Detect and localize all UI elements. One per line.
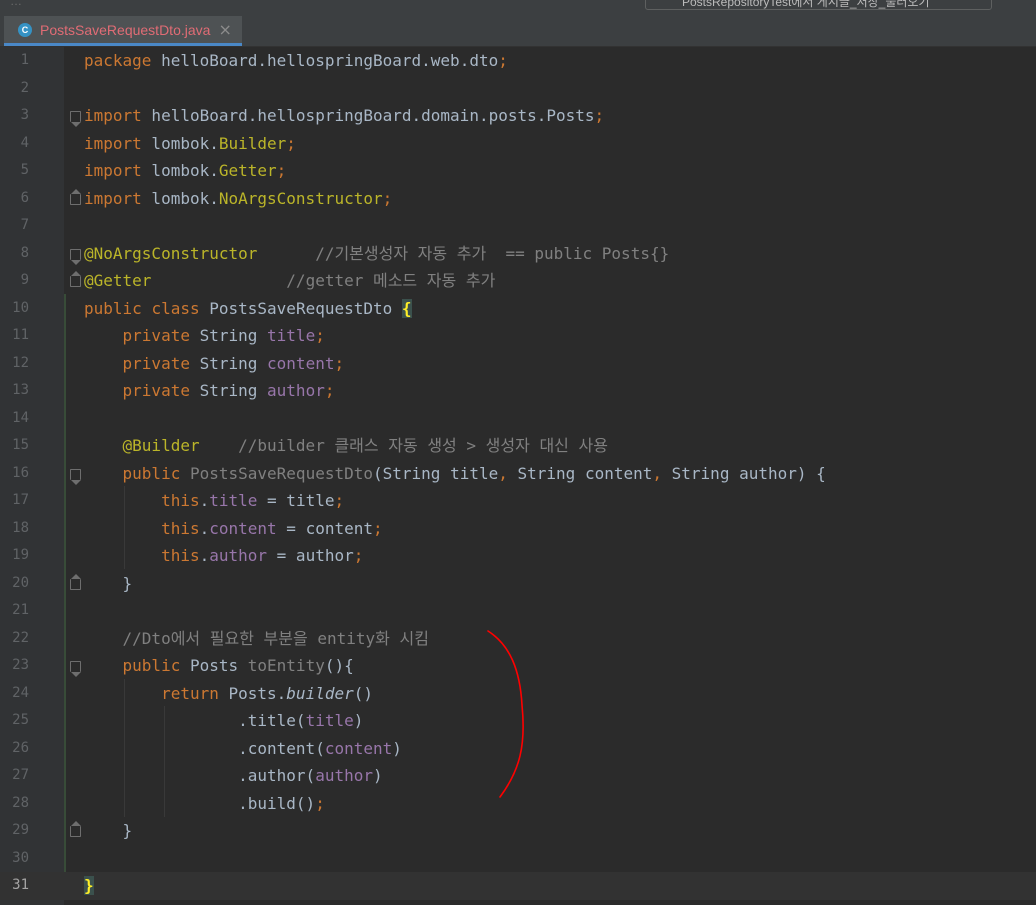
- code-line-30[interactable]: 30: [0, 845, 1036, 873]
- code-line-13[interactable]: 13 private String author;: [0, 377, 1036, 405]
- line-number: 12: [12, 354, 29, 371]
- code-text: .title(title): [84, 711, 364, 730]
- code-line-8[interactable]: 8 @NoArgsConstructor //기본생성자 자동 추가 == pub…: [0, 240, 1036, 268]
- code-text: private String author;: [122, 381, 335, 400]
- code-text: //Dto에서 필요한 부분을 entity화 시킴: [122, 628, 429, 648]
- line-number: 30: [12, 849, 29, 866]
- code-text: public Posts toEntity(){: [122, 656, 354, 675]
- line-number: 22: [12, 629, 29, 646]
- fold-marker-icon[interactable]: [70, 111, 81, 127]
- code-text: public class PostsSaveRequestDto {: [84, 298, 412, 318]
- code-line-20[interactable]: 20 }: [0, 570, 1036, 598]
- code-line-7[interactable]: 7: [0, 212, 1036, 240]
- line-number: 26: [12, 739, 29, 756]
- breadcrumb: …: [10, 0, 22, 8]
- code-text: @Getter //getter 메소드 자동 추가: [84, 271, 496, 290]
- fold-marker-icon[interactable]: [70, 248, 81, 265]
- line-number: 21: [12, 602, 29, 618]
- code-text: public PostsSaveRequestDto(String title,…: [122, 463, 826, 483]
- code-text: return Posts.builder(): [161, 683, 373, 703]
- run-configuration-selector[interactable]: PostsRepositoryTest에서 게시글_저장_불러오기: [645, 0, 992, 10]
- code-line-12[interactable]: 12 private String content;: [0, 350, 1036, 378]
- line-number: 9: [20, 272, 29, 288]
- fold-marker-icon[interactable]: [70, 271, 81, 287]
- line-number: 29: [12, 822, 29, 838]
- code-text: import helloBoard.hellospringBoard.domai…: [84, 106, 605, 125]
- code-text: .author(author): [84, 766, 383, 785]
- code-line-31[interactable]: 31}: [0, 872, 1036, 900]
- code-line-1[interactable]: 1 package helloBoard.hellospringBoard.web…: [0, 47, 1036, 75]
- line-number: 25: [12, 712, 29, 728]
- line-number: 1: [20, 52, 29, 68]
- line-number: 18: [12, 519, 29, 536]
- line-number: 11: [12, 327, 29, 343]
- line-number: 14: [12, 409, 29, 426]
- code-text: .build();: [84, 793, 325, 813]
- code-text: private String content;: [122, 353, 345, 373]
- code-text: @Builder //builder 클래스 자동 생성 > 생성자 대신 사용: [122, 436, 608, 455]
- code-line-18[interactable]: 18 this.content = content;: [0, 515, 1036, 543]
- code-line-3[interactable]: 3 import helloBoard.hellospringBoard.doma…: [0, 102, 1036, 130]
- code-text: .content(content): [84, 738, 402, 758]
- code-line-2[interactable]: 2: [0, 75, 1036, 103]
- line-number: 31: [12, 877, 29, 893]
- code-line-5[interactable]: 5 import lombok.Getter;: [0, 157, 1036, 185]
- line-number: 20: [12, 574, 29, 591]
- title-bar: … PostsRepositoryTest에서 게시글_저장_불러오기: [0, 0, 1036, 12]
- line-number: 24: [12, 684, 29, 701]
- code-line-15[interactable]: 15 @Builder //builder 클래스 자동 생성 > 생성자 대신…: [0, 432, 1036, 460]
- line-number: 19: [12, 547, 29, 563]
- editor-tab-bar: C PostsSaveRequestDto.java ×: [0, 12, 1036, 47]
- line-number: 17: [12, 492, 29, 508]
- code-line-4[interactable]: 4 import lombok.Builder;: [0, 130, 1036, 158]
- code-text: private String title;: [122, 326, 325, 345]
- line-number: 27: [12, 767, 29, 783]
- code-text: this.title = title;: [161, 491, 345, 510]
- line-number: 3: [20, 107, 29, 123]
- code-line-10[interactable]: 10 public class PostsSaveRequestDto {: [0, 295, 1036, 323]
- code-text: import lombok.NoArgsConstructor;: [84, 188, 393, 208]
- red-handwritten-bracket: [487, 630, 524, 798]
- code-text: }: [84, 876, 94, 895]
- code-text: }: [84, 573, 133, 593]
- close-tab-icon[interactable]: ×: [218, 20, 231, 39]
- fold-marker-icon[interactable]: [70, 821, 81, 837]
- editor-tab-posts-save-request-dto[interactable]: C PostsSaveRequestDto.java ×: [4, 16, 242, 46]
- line-number: 4: [20, 134, 29, 151]
- line-number: 15: [12, 437, 29, 453]
- code-line-14[interactable]: 14: [0, 405, 1036, 433]
- line-number: 6: [20, 189, 29, 206]
- code-line-29[interactable]: 29 }: [0, 817, 1036, 845]
- code-text: this.content = content;: [161, 518, 383, 538]
- line-number: 5: [20, 162, 29, 178]
- code-text: }: [84, 821, 133, 840]
- fold-marker-icon[interactable]: [70, 468, 81, 485]
- code-line-16[interactable]: 16 public PostsSaveRequestDto(String tit…: [0, 460, 1036, 488]
- code-line-21[interactable]: 21: [0, 597, 1036, 625]
- line-number: 13: [12, 382, 29, 398]
- fold-marker-icon[interactable]: [70, 661, 81, 677]
- code-text: @NoArgsConstructor //기본생성자 자동 추가 == publ…: [84, 243, 670, 263]
- line-number: 2: [20, 79, 29, 96]
- code-text: import lombok.Builder;: [84, 133, 296, 153]
- code-text: this.author = author;: [161, 546, 364, 565]
- line-number: 8: [20, 244, 29, 261]
- line-number: 7: [20, 217, 29, 233]
- code-text: package helloBoard.hellospringBoard.web.…: [84, 51, 508, 70]
- tab-filename: PostsSaveRequestDto.java: [40, 21, 211, 38]
- line-number: 28: [12, 794, 29, 811]
- line-number: 10: [12, 299, 29, 316]
- run-configuration-label: PostsRepositoryTest에서 게시글_저장_불러오기: [682, 0, 930, 9]
- line-number: 23: [12, 657, 29, 673]
- code-line-9[interactable]: 9 @Getter //getter 메소드 자동 추가: [0, 267, 1036, 295]
- code-line-19[interactable]: 19 this.author = author;: [0, 542, 1036, 570]
- fold-marker-icon[interactable]: [70, 188, 81, 205]
- line-number: 16: [12, 464, 29, 481]
- code-line-6[interactable]: 6 import lombok.NoArgsConstructor;: [0, 185, 1036, 213]
- java-class-icon: C: [18, 22, 32, 37]
- code-line-11[interactable]: 11 private String title;: [0, 322, 1036, 350]
- fold-marker-icon[interactable]: [70, 573, 81, 590]
- code-text: import lombok.Getter;: [84, 161, 287, 180]
- code-line-17[interactable]: 17 this.title = title;: [0, 487, 1036, 515]
